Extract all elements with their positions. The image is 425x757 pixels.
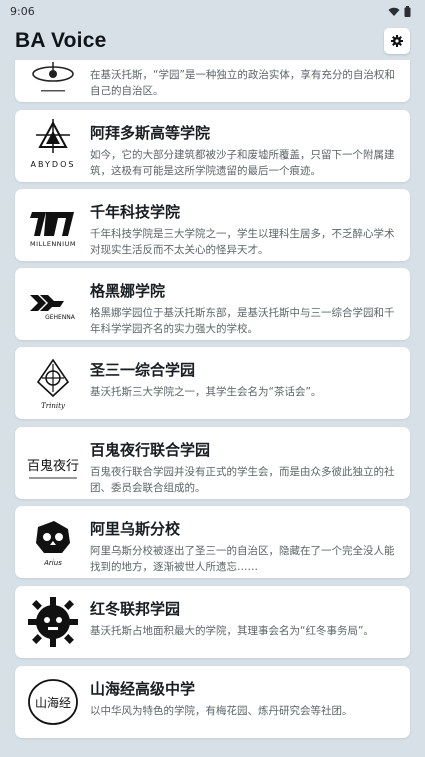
millennium-emblem-icon: MILLENNIUM [23,195,83,255]
red-winter-emblem-icon [23,592,83,652]
school-list[interactable]: 在基沃托斯，“学园”是一种独立的政治实体，享有充分的自治权和自己的自治区。 AB… [0,0,425,757]
school-description: 基沃托斯占地面积最大的学院，其理事会名为“红冬事务局”。 [90,625,374,637]
school-card[interactable]: 百鬼夜行 百鬼夜行联合学园 百鬼夜行联合学园并没有正式的学生会，而是由众多彼此独… [15,427,410,499]
trinity-emblem-icon: Trinity [23,353,83,413]
trinity-logo-text: Trinity [41,402,66,410]
wifi-icon [388,2,400,21]
school-card[interactable]: 山海经 山海经高级中学 以中华风为特色的学院，有梅花园、炼丹研究会等社团。 [15,666,410,738]
school-name: 山海经高级中学 [90,680,196,698]
arius-logo-text: Arius [43,559,62,567]
school-card[interactable]: 红冬联邦学园 基沃托斯占地面积最大的学院，其理事会名为“红冬事务局”。 [15,586,410,658]
status-icons [388,2,411,21]
abydos-emblem-icon: ABYDOS [23,116,83,176]
school-description: 以中华风为特色的学院，有梅花园、炼丹研究会等社团。 [90,705,353,717]
gehenna-emblem-icon: GEHENNA [23,274,83,334]
app-header: BA Voice [0,22,425,60]
school-name: 百鬼夜行联合学园 [90,441,211,459]
school-name: 格黑娜学院 [90,282,166,300]
school-description: 如今，它的大部分建筑都被沙子和废墟所覆盖，只留下一个附属建筑，这极有可能是这所学… [90,149,395,177]
status-time: 9:06 [10,4,35,18]
settings-icon [391,32,403,51]
app-title: BA Voice [15,29,107,52]
shanhaijing-emblem-icon: 山海经 [23,672,83,732]
school-description: 百鬼夜行联合学园并没有正式的学生会，而是由众多彼此独立的社团、委员会联合组成的。 [90,466,395,494]
school-description: 阿里乌斯分校被逐出了圣三一的自治区，隐藏在了一个完全没人能找到的地方，逐渐被世人… [90,545,395,573]
school-description: 千年科技学院是三大学院之一，学生以理科生居多，不乏醉心学术对现实生活反而不太关心… [90,228,395,256]
school-card[interactable]: Trinity 圣三一综合学园 基沃托斯三大学院之一，其学生会名为“茶话会”。 [15,347,410,419]
status-bar: 9:06 [0,0,425,22]
settings-button[interactable] [384,28,410,54]
battery-icon [404,2,411,21]
gehenna-logo-text: GEHENNA [45,314,76,321]
school-description: 在基沃托斯，“学园”是一种独立的政治实体，享有充分的自治权和自己的自治区。 [90,69,395,97]
school-card[interactable]: Arius 阿里乌斯分校 阿里乌斯分校被逐出了圣三一的自治区，隐藏在了一个完全没… [15,506,410,578]
shanhaijing-logo-text: 山海经 [35,695,71,710]
arius-emblem-icon: Arius [23,512,83,572]
school-name: 圣三一综合学园 [90,361,196,379]
abydos-logo-text: ABYDOS [31,160,76,169]
school-name: 千年科技学院 [90,203,181,221]
school-card[interactable]: ABYDOS 阿拜多斯高等学院 如今，它的大部分建筑都被沙子和废墟所覆盖，只留下… [15,110,410,182]
school-card[interactable]: MILLENNIUM 千年科技学院 千年科技学院是三大学院之一，学生以理科生居多… [15,189,410,261]
millennium-logo-text: MILLENNIUM [30,240,76,248]
hyakkiyako-emblem-icon: 百鬼夜行 [23,433,83,493]
school-name: 红冬联邦学园 [90,600,181,618]
school-name: 阿里乌斯分校 [90,520,181,538]
hyakkiyako-logo-text: 百鬼夜行 [27,458,79,474]
school-card[interactable]: GEHENNA 格黑娜学院 格黑娜学园位于基沃托斯东部，是基沃托斯中与三一综合学… [15,268,410,340]
school-description: 基沃托斯三大学院之一，其学生会名为“茶话会”。 [90,386,322,398]
school-description: 格黑娜学园位于基沃托斯东部，是基沃托斯中与三一综合学园和千年科学学园齐名的实力强… [90,307,395,335]
school-name: 阿拜多斯高等学院 [90,124,211,142]
screen: 在基沃托斯，“学园”是一种独立的政治实体，享有充分的自治权和自己的自治区。 AB… [0,0,425,757]
